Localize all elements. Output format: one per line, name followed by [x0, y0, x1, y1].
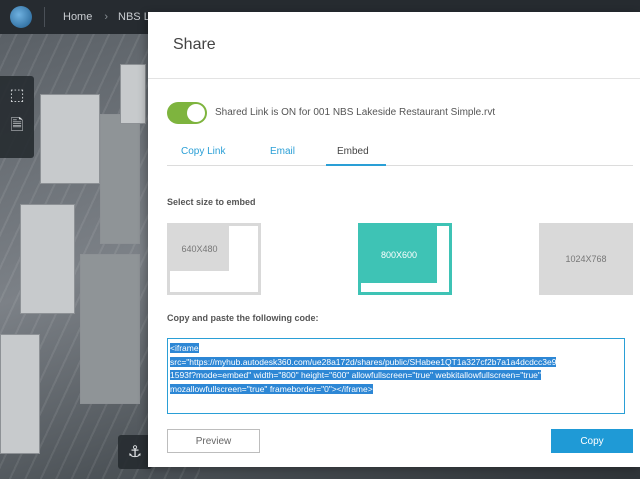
select-size-label: Select size to embed	[167, 197, 256, 207]
code-line: mozallowfullscreen="true" frameborder="0…	[170, 383, 373, 394]
copy-button[interactable]: Copy	[551, 429, 633, 453]
anchor-icon[interactable]: ⚓	[118, 435, 152, 469]
chevron-right-icon: ›	[104, 11, 109, 23]
size-option-1024x768[interactable]: 1024X768	[539, 223, 633, 295]
document-icon[interactable]: 🗎	[4, 114, 30, 140]
divider	[148, 78, 640, 79]
shared-link-status: Shared Link is ON for 001 NBS Lakeside R…	[215, 107, 496, 118]
share-tabs: Copy Link Email Embed	[167, 140, 633, 166]
tab-embed[interactable]: Embed	[337, 146, 369, 157]
tab-copy-link[interactable]: Copy Link	[181, 146, 225, 157]
preview-button[interactable]: Preview	[167, 429, 260, 453]
embed-code-text: <iframe src="https://myhub.autodesk360.c…	[170, 342, 622, 396]
divider	[44, 7, 45, 27]
model-wall	[20, 204, 75, 314]
breadcrumb-home[interactable]: Home	[63, 11, 92, 23]
model-wall	[40, 94, 100, 184]
dialog-title: Share	[173, 36, 216, 53]
model-wall	[120, 64, 146, 124]
viewer-tool-panel: ⬚ 🗎	[0, 76, 34, 158]
app-logo-icon[interactable]	[10, 6, 32, 28]
size-label: 640X480	[170, 226, 229, 271]
share-dialog: Share Shared Link is ON for 001 NBS Lake…	[148, 12, 640, 467]
embed-code-label: Copy and paste the following code:	[167, 313, 319, 323]
code-line: src="https://myhub.autodesk360.com/ue28a…	[170, 356, 557, 367]
size-option-800x600[interactable]: 800X600	[358, 223, 452, 295]
model-wall	[80, 254, 140, 404]
active-tab-indicator	[326, 164, 386, 166]
model-wall	[0, 334, 40, 454]
size-label: 800X600	[361, 226, 437, 283]
code-line: <iframe	[170, 343, 199, 353]
model-wall	[100, 114, 140, 244]
cube-icon[interactable]: ⬚	[4, 82, 30, 108]
size-option-640x480[interactable]: 640X480	[167, 223, 261, 295]
tab-email[interactable]: Email	[270, 146, 295, 157]
code-line: 1593f?mode=embed" width="800" height="60…	[170, 370, 541, 380]
embed-code-textarea[interactable]: <iframe src="https://myhub.autodesk360.c…	[167, 338, 625, 414]
toggle-knob	[187, 104, 205, 122]
shared-link-toggle[interactable]	[167, 102, 207, 124]
size-label: 1024X768	[565, 254, 607, 264]
